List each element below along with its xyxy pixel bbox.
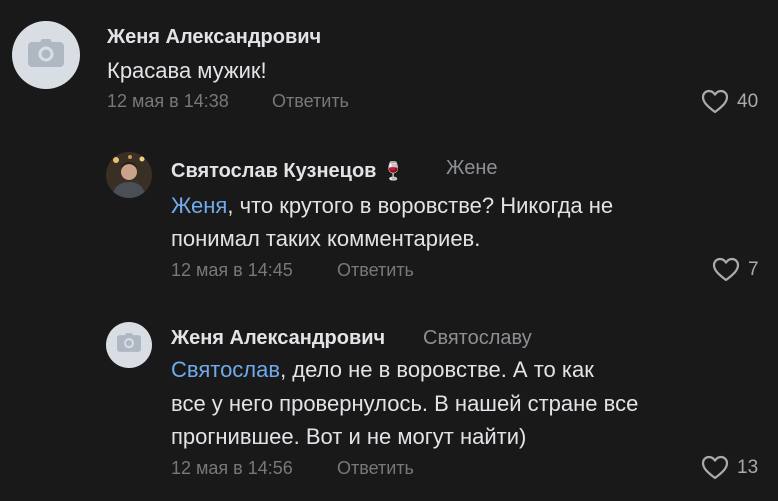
avatar[interactable] xyxy=(106,322,152,368)
like-button[interactable]: 40 xyxy=(701,89,758,114)
heart-icon xyxy=(701,455,729,480)
reply-to-label[interactable]: Жене xyxy=(446,157,498,180)
comment-author[interactable]: Святослав Кузнецов 🍷 xyxy=(171,160,404,183)
camera-icon xyxy=(117,333,141,357)
comment-text-line: понимал таких комментариев. xyxy=(171,226,481,251)
comment-text: Святослав, дело не в воровстве. А то как xyxy=(171,357,594,382)
comment-date[interactable]: 12 мая в 14:56 xyxy=(171,458,293,479)
like-count: 40 xyxy=(737,90,759,112)
like-count: 13 xyxy=(737,456,759,478)
mention-link[interactable]: Святослав xyxy=(171,357,280,382)
heart-icon xyxy=(701,89,729,114)
heart-icon xyxy=(712,257,740,282)
reply-button[interactable]: Ответить xyxy=(272,91,349,112)
comment-author[interactable]: Женя Александрович xyxy=(171,327,385,350)
comment-author[interactable]: Женя Александрович xyxy=(107,26,321,49)
like-button[interactable]: 7 xyxy=(712,257,759,282)
reply-button[interactable]: Ответить xyxy=(337,458,414,479)
avatar[interactable] xyxy=(106,152,152,198)
mention-link[interactable]: Женя xyxy=(171,193,227,218)
like-count: 7 xyxy=(748,258,759,280)
reply-button[interactable]: Ответить xyxy=(337,260,414,281)
comment-text-line: все у него провернулось. В нашей стране … xyxy=(171,391,639,416)
like-button[interactable]: 13 xyxy=(701,455,758,480)
wine-badge-icon: 🍷 xyxy=(382,161,405,181)
comment-date[interactable]: 12 мая в 14:38 xyxy=(107,91,229,112)
comment-date[interactable]: 12 мая в 14:45 xyxy=(171,260,293,281)
comment-text-line: прогнившее. Вот и не могут найти) xyxy=(171,424,527,449)
avatar[interactable] xyxy=(12,21,80,89)
camera-icon xyxy=(28,38,64,72)
user-photo-icon xyxy=(106,152,152,198)
reply-to-label[interactable]: Святославу xyxy=(423,327,532,350)
comment-text: Красава мужик! xyxy=(107,58,267,83)
comment-text: Женя, что крутого в воровстве? Никогда н… xyxy=(171,193,614,218)
